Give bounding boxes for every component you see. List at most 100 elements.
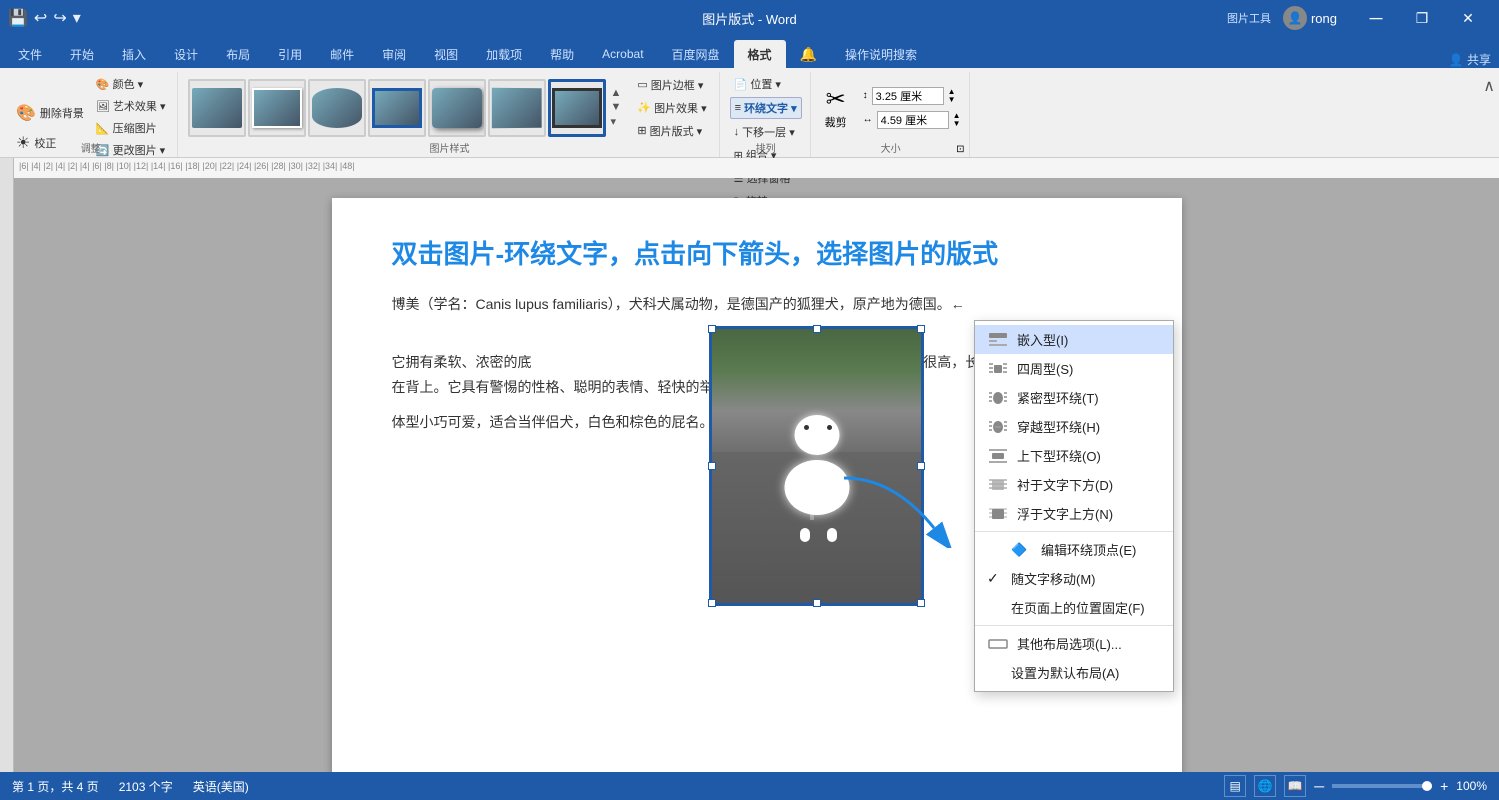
color-button[interactable]: 🎨颜色 ▾ (92, 74, 170, 94)
tab-search[interactable]: 操作说明搜索 (831, 40, 931, 68)
menu-item-inline[interactable]: 嵌入型(I) (975, 325, 1173, 354)
undo-icon[interactable]: ↩ (34, 8, 47, 28)
tab-baidu[interactable]: 百度网盘 (658, 40, 734, 68)
wrap-text-menu: 嵌入型(I) 四周型(S) (974, 320, 1174, 692)
wrap-text-button[interactable]: ≡环绕文字 ▾ (730, 97, 802, 119)
default-check (987, 665, 1003, 681)
close-button[interactable]: ✕ (1445, 0, 1491, 36)
menu-item-move-with[interactable]: ✓ 随文字移动(M) (975, 564, 1173, 593)
front-wrap-icon (987, 505, 1009, 523)
height-field: ↕ ▲▼ (863, 87, 961, 105)
correct-button[interactable]: ☀ 校正 (12, 129, 88, 157)
pic-style-7[interactable] (548, 79, 606, 137)
menu-item-default[interactable]: 设置为默认布局(A) (975, 658, 1173, 687)
menu-item-edit-points[interactable]: 🔷 编辑环绕顶点(E) (975, 535, 1173, 564)
tab-file[interactable]: 文件 (4, 40, 56, 68)
zoom-slider[interactable] (1332, 784, 1432, 788)
word-count: 2103 个字 (119, 778, 173, 795)
topbottom-label: 上下型环绕(O) (1017, 446, 1101, 465)
zoom-in-btn[interactable]: + (1440, 778, 1448, 794)
tab-references[interactable]: 引用 (264, 40, 316, 68)
edit-points-label: 编辑环绕顶点(E) (1041, 540, 1136, 559)
pic-style-2[interactable] (248, 79, 306, 137)
tab-mailings[interactable]: 邮件 (316, 40, 368, 68)
minimize-button[interactable]: ─ (1353, 0, 1399, 36)
menu-sep-2 (975, 625, 1173, 626)
tab-view[interactable]: 视图 (420, 40, 472, 68)
restore-button[interactable]: ❐ (1399, 0, 1445, 36)
ribbon-collapse-button[interactable]: ∧ (1483, 76, 1495, 96)
doc-image[interactable] (709, 326, 924, 606)
inline-label: 嵌入型(I) (1017, 330, 1068, 349)
tab-acrobat[interactable]: Acrobat (588, 40, 657, 68)
gallery-down[interactable]: ▼ (610, 101, 621, 113)
arrange-label: 排列 (756, 140, 776, 155)
size-expand-icon[interactable]: ⊡ (956, 144, 964, 155)
customize-icon[interactable]: ▾ (73, 8, 81, 28)
title-right: 图片工具 👤 rong ─ ❐ ✕ (1227, 0, 1491, 36)
crop-button[interactable]: ✂ 裁剪 (821, 81, 851, 134)
pic-style-5[interactable] (428, 79, 486, 137)
page-info: 第 1 页，共 4 页 (12, 778, 99, 795)
view-read-btn[interactable]: 📖 (1284, 775, 1306, 797)
save-icon[interactable]: 💾 (8, 8, 28, 28)
position-button[interactable]: 📄位置 ▾ (730, 74, 802, 94)
pic-layout-button[interactable]: ⊞图片版式 ▾ (633, 121, 710, 141)
redo-icon[interactable]: ↪ (53, 8, 66, 28)
view-web-btn[interactable]: 🌐 (1254, 775, 1276, 797)
tab-help[interactable]: 帮助 (536, 40, 588, 68)
tab-addins[interactable]: 加载项 (472, 40, 536, 68)
width-label: ↔ (863, 114, 873, 125)
gallery-up[interactable]: ▲ (610, 87, 621, 99)
adjust-label: 调整 (81, 140, 101, 155)
gallery-more[interactable]: ▾ (610, 115, 621, 128)
menu-item-topbottom[interactable]: 上下型环绕(O) (975, 441, 1173, 470)
remove-bg-button[interactable]: 🎨 删除背景 (12, 99, 88, 127)
tab-format[interactable]: 格式 (734, 40, 786, 68)
width-spinner[interactable]: ▲▼ (953, 112, 961, 128)
width-field: ↔ ▲▼ (863, 111, 961, 129)
pic-style-4[interactable] (368, 79, 426, 137)
menu-item-more[interactable]: 其他布局选项(L)... (975, 629, 1173, 658)
art-effect-button[interactable]: 🖼艺术效果 ▾ (92, 96, 170, 116)
ribbon-group-styles: ▲ ▼ ▾ ▭图片边框 ▾ ✨图片效果 ▾ ⊞图片版式 ▾ 图片样式 (180, 72, 719, 157)
menu-item-behind[interactable]: 衬于文字下方(D) (975, 470, 1173, 499)
through-label: 穿越型环绕(H) (1017, 417, 1100, 436)
tab-notify[interactable]: 🔔 (786, 40, 831, 68)
width-input[interactable] (877, 111, 949, 129)
move-down-button[interactable]: ↓下移一层 ▾ (730, 122, 802, 142)
user-name[interactable]: rong (1311, 11, 1337, 26)
height-spinner[interactable]: ▲▼ (948, 88, 956, 104)
menu-item-front[interactable]: 浮于文字上方(N) (975, 499, 1173, 528)
pic-style-6[interactable] (488, 79, 546, 137)
tab-insert[interactable]: 插入 (108, 40, 160, 68)
tab-home[interactable]: 开始 (56, 40, 108, 68)
zoom-out-btn[interactable]: ─ (1314, 778, 1324, 794)
menu-item-through[interactable]: 穿越型环绕(H) (975, 412, 1173, 441)
menu-item-fix-pos[interactable]: 在页面上的位置固定(F) (975, 593, 1173, 622)
tab-layout[interactable]: 布局 (212, 40, 264, 68)
pic-effect-button[interactable]: ✨图片效果 ▾ (633, 98, 710, 118)
height-input[interactable] (872, 87, 944, 105)
more-options-icon (987, 635, 1009, 653)
styles-label: 图片样式 (430, 140, 470, 155)
pic-style-1[interactable] (188, 79, 246, 137)
tab-review[interactable]: 审阅 (368, 40, 420, 68)
title-left-icons: 💾 ↩ ↪ ▾ (8, 8, 81, 28)
status-bar: 第 1 页，共 4 页 2103 个字 英语(美国) ▤ 🌐 📖 ─ + 100… (0, 772, 1499, 800)
view-print-btn[interactable]: ▤ (1224, 775, 1246, 797)
menu-item-square[interactable]: 四周型(S) (975, 354, 1173, 383)
move-with-check: ✓ (987, 570, 1003, 587)
pic-border-button[interactable]: ▭图片边框 ▾ (633, 75, 710, 95)
ribbon-bar: 🎨 删除背景 ☀ 校正 🎨颜色 ▾ 🖼艺术效果 ▾ 📐压缩图片 (0, 68, 1499, 158)
pic-style-3[interactable] (308, 79, 366, 137)
height-label: ↕ (863, 90, 868, 101)
menu-item-tight[interactable]: 紧密型环绕(T) (975, 383, 1173, 412)
share-button[interactable]: 👤 共享 (1449, 51, 1491, 68)
tab-design[interactable]: 设计 (160, 40, 212, 68)
title-bar: 💾 ↩ ↪ ▾ 图片版式 - Word 图片工具 👤 rong ─ ❐ ✕ (0, 0, 1499, 36)
compress-button[interactable]: 📐压缩图片 (92, 118, 170, 138)
zoom-level[interactable]: 100% (1456, 779, 1487, 793)
user-avatar: 👤 (1283, 6, 1307, 30)
status-right: ▤ 🌐 📖 ─ + 100% (1224, 775, 1487, 797)
